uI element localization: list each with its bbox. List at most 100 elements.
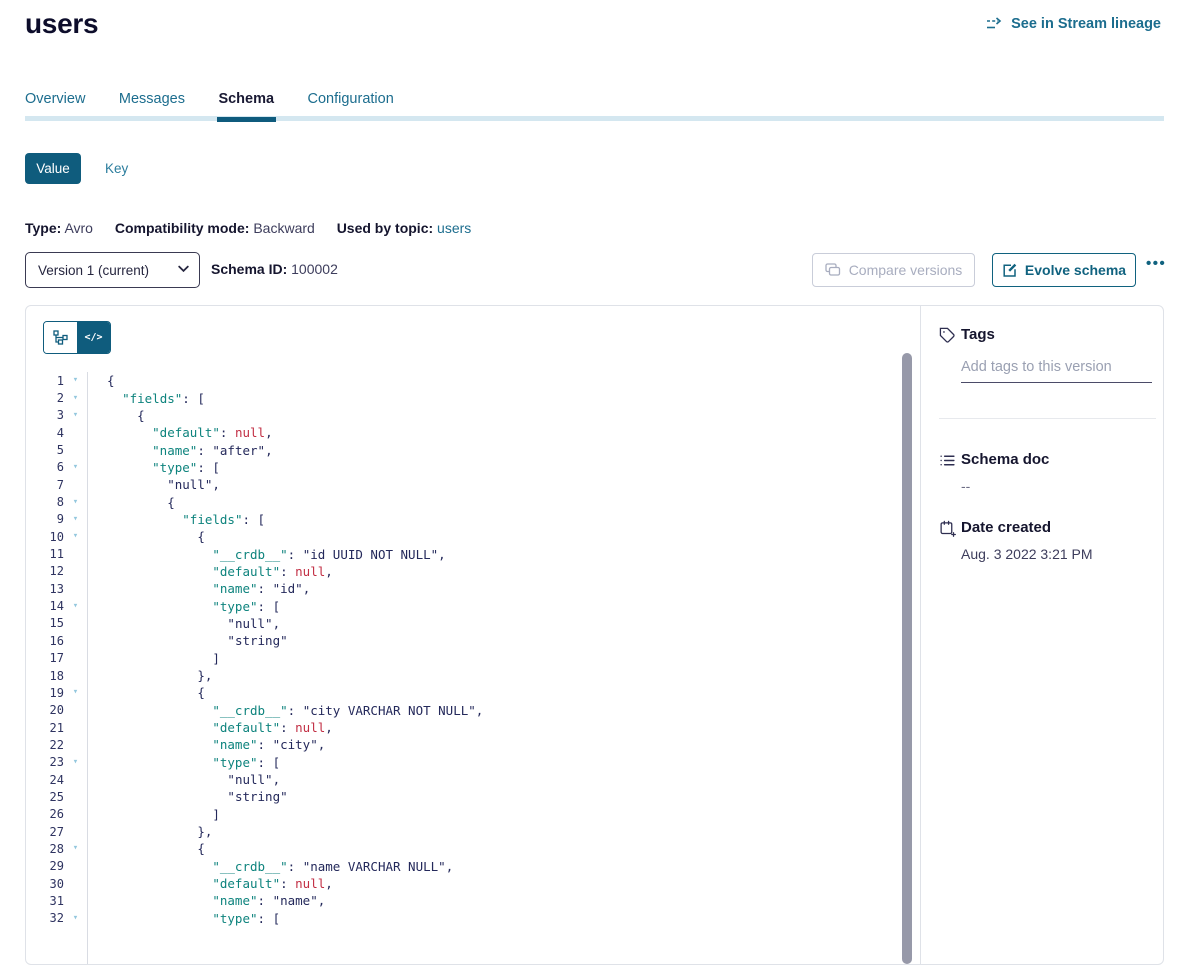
schema-controls-row: Version 1 (current) Schema ID: 100002 Co… — [25, 252, 1164, 289]
schema-sidebar: Tags Schema doc -- Date created Aug. 3 2… — [922, 306, 1164, 964]
schema-editor: </> 1▾{2▾ "fields": [3▾ {4 "default": nu… — [26, 306, 921, 964]
fold-toggle-icon[interactable]: ▾ — [64, 372, 87, 389]
code-line: 28▾ { — [26, 840, 920, 857]
schema-doc-value: -- — [961, 478, 970, 494]
topic-link[interactable]: users — [437, 220, 471, 236]
fold-toggle-icon[interactable]: ▾ — [64, 528, 87, 545]
code-text: ] — [87, 651, 220, 666]
compare-versions-button[interactable]: Compare versions — [812, 253, 975, 287]
fold-toggle-icon[interactable]: ▾ — [64, 459, 87, 476]
code-lines: 1▾{2▾ "fields": [3▾ {4 "default": null,5… — [26, 372, 920, 927]
code-text: "string" — [87, 633, 288, 648]
key-tab-button[interactable]: Key — [105, 161, 128, 176]
code-line: 22 "name": "city", — [26, 736, 920, 753]
code-text: "__crdb__": "name VARCHAR NULL", — [87, 859, 453, 874]
code-text: "fields": [ — [87, 391, 205, 406]
code-text: "__crdb__": "id UUID NOT NULL", — [87, 547, 446, 562]
stream-lineage-link[interactable]: See in Stream lineage — [986, 16, 1161, 32]
fold-toggle-icon[interactable]: ▾ — [64, 390, 87, 407]
line-number: 6 — [26, 460, 64, 474]
used-by-topic: Used by topic: users — [337, 220, 472, 236]
line-number: 4 — [26, 426, 64, 440]
evolve-schema-button[interactable]: Evolve schema — [992, 253, 1136, 287]
tab-configuration[interactable]: Configuration — [308, 91, 394, 107]
tab-messages[interactable]: Messages — [119, 91, 185, 107]
line-number: 14 — [26, 599, 64, 613]
fold-toggle-icon[interactable]: ▾ — [64, 910, 87, 927]
code-line: 3▾ { — [26, 407, 920, 424]
code-line: 20 "__crdb__": "city VARCHAR NOT NULL", — [26, 702, 920, 719]
value-tab-button[interactable]: Value — [25, 153, 81, 184]
tags-input[interactable] — [961, 357, 1152, 383]
tab-overview[interactable]: Overview — [25, 91, 85, 107]
code-text: ] — [87, 807, 220, 822]
code-text: "type": [ — [87, 911, 280, 926]
fold-toggle-icon[interactable]: ▾ — [64, 840, 87, 857]
line-number: 24 — [26, 773, 64, 787]
code-line: 10▾ { — [26, 528, 920, 545]
code-view-button[interactable]: </> — [77, 322, 110, 353]
line-number: 21 — [26, 721, 64, 735]
date-created-value: Aug. 3 2022 3:21 PM — [961, 546, 1093, 562]
fold-toggle-icon[interactable]: ▾ — [64, 494, 87, 511]
line-number: 23 — [26, 755, 64, 769]
code-text: "default": null, — [87, 564, 333, 579]
value-key-toggle: Value Key — [25, 153, 128, 184]
code-line: 11 "__crdb__": "id UUID NOT NULL", — [26, 545, 920, 562]
fold-toggle-icon[interactable]: ▾ — [64, 684, 87, 701]
code-line: 12 "default": null, — [26, 563, 920, 580]
code-line: 5 "name": "after", — [26, 441, 920, 458]
code-line: 30 "default": null, — [26, 875, 920, 892]
schema-doc-icon — [939, 452, 956, 469]
line-number: 32 — [26, 911, 64, 925]
code-text: "fields": [ — [87, 512, 265, 527]
code-line: 21 "default": null, — [26, 719, 920, 736]
fold-toggle-icon[interactable]: ▾ — [64, 407, 87, 424]
code-line: 8▾ { — [26, 493, 920, 510]
tags-title: Tags — [961, 326, 995, 343]
fold-toggle-icon[interactable]: ▾ — [64, 754, 87, 771]
code-text: }, — [87, 668, 212, 683]
line-number: 8 — [26, 495, 64, 509]
line-number: 28 — [26, 842, 64, 856]
code-text: }, — [87, 824, 212, 839]
code-text: { — [87, 495, 175, 510]
date-created-title: Date created — [961, 519, 1051, 536]
code-line: 14▾ "type": [ — [26, 597, 920, 614]
more-actions-button[interactable]: ••• — [1146, 255, 1166, 272]
code-line: 27 }, — [26, 823, 920, 840]
tab-schema[interactable]: Schema — [218, 91, 274, 107]
code-text: "type": [ — [87, 755, 280, 770]
page-title: users — [25, 8, 98, 40]
code-line: 32▾ "type": [ — [26, 910, 920, 927]
line-number: 20 — [26, 703, 64, 717]
tree-view-icon — [53, 330, 68, 345]
code-text: "name": "name", — [87, 893, 325, 908]
tags-divider — [939, 418, 1156, 419]
line-number: 13 — [26, 582, 64, 596]
line-number: 25 — [26, 790, 64, 804]
tag-icon — [939, 327, 956, 344]
line-number: 10 — [26, 530, 64, 544]
code-line: 16 "string" — [26, 632, 920, 649]
code-text: "name": "after", — [87, 443, 273, 458]
stream-lineage-icon — [986, 17, 1004, 31]
gutter-separator — [87, 372, 88, 964]
code-text: "default": null, — [87, 720, 333, 735]
version-select[interactable]: Version 1 (current) — [25, 252, 200, 288]
code-line: 4 "default": null, — [26, 424, 920, 441]
code-line: 23▾ "type": [ — [26, 754, 920, 771]
tree-view-button[interactable] — [44, 322, 77, 353]
line-number: 29 — [26, 859, 64, 873]
fold-toggle-icon[interactable]: ▾ — [64, 598, 87, 615]
fold-toggle-icon[interactable]: ▾ — [64, 511, 87, 528]
code-text: "null", — [87, 772, 280, 787]
schema-id: Schema ID: 100002 — [211, 261, 338, 277]
tabs-bottom-bar — [25, 116, 1164, 121]
code-text: "type": [ — [87, 599, 280, 614]
scrollbar-thumb[interactable] — [902, 353, 912, 964]
code-text: { — [87, 529, 205, 544]
line-number: 12 — [26, 564, 64, 578]
code-text: { — [87, 408, 145, 423]
compare-versions-icon — [825, 263, 841, 277]
